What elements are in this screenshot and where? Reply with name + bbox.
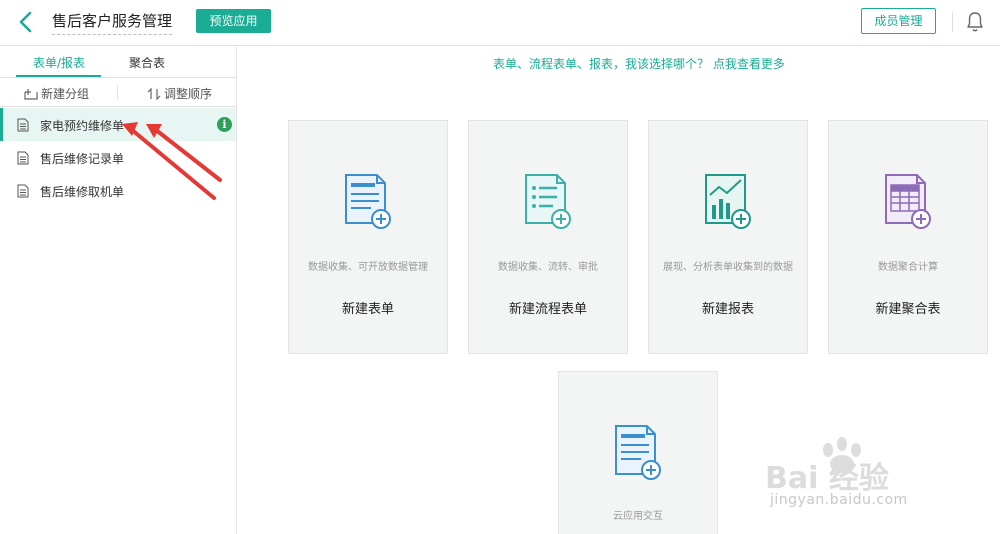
card-title: 新建流程表单 <box>508 302 587 317</box>
cloud-app-icon <box>615 425 661 480</box>
sidebar-item-repair-pickup[interactable]: 售后维修取机单 <box>0 174 236 207</box>
sidebar: 表单/报表 聚合表 新建分组 调整顺序 家电预约维修单 i 售后维修记录单 售后… <box>0 47 237 534</box>
flow-form-icon <box>525 174 571 229</box>
new-group-label: 新建分组 <box>41 87 90 101</box>
document-icon <box>17 118 29 132</box>
card-description: 数据聚合计算 <box>878 262 938 273</box>
sidebar-item-label: 售后维修取机单 <box>40 185 125 199</box>
sidebar-item-repair-record[interactable]: 售后维修记录单 <box>0 141 236 174</box>
sidebar-item-label: 家电预约维修单 <box>40 119 125 133</box>
new-form-card[interactable]: 数据收集、可开放数据管理 新建表单 <box>288 120 448 354</box>
form-doc-icon <box>345 174 391 229</box>
card-description: 数据收集、流转、审批 <box>498 262 598 273</box>
sidebar-tabs: 表单/报表 聚合表 <box>0 47 236 78</box>
actions-divider <box>117 85 118 100</box>
header-divider <box>952 12 953 32</box>
card-description: 云应用交互 <box>613 511 663 522</box>
new-group-icon <box>24 89 38 100</box>
card-description: 数据收集、可开放数据管理 <box>308 262 428 273</box>
new-report-card[interactable]: 展现、分析表单收集到的数据 新建报表 <box>648 120 808 354</box>
sort-arrows-icon <box>147 88 161 100</box>
preview-app-button[interactable]: 预览应用 <box>196 9 271 33</box>
cloud-app-card[interactable]: 云应用交互 <box>558 371 718 534</box>
new-flow-form-card[interactable]: 数据收集、流转、审批 新建流程表单 <box>468 120 628 354</box>
member-management-button[interactable]: 成员管理 <box>861 8 936 34</box>
card-title: 新建表单 <box>341 302 394 317</box>
reorder-label: 调整顺序 <box>164 87 213 101</box>
document-icon <box>17 184 29 198</box>
sidebar-item-label: 售后维修记录单 <box>40 152 125 166</box>
app-title[interactable]: 售后客户服务管理 <box>52 11 173 35</box>
tab-forms-reports[interactable]: 表单/报表 <box>33 54 85 71</box>
watermark-url: jingyan.baidu.com <box>770 492 908 508</box>
tab-aggregate-tables[interactable]: 聚合表 <box>129 54 165 71</box>
sidebar-item-appliance-repair-booking[interactable]: 家电预约维修单 i <box>0 108 236 141</box>
aggregate-table-icon <box>885 174 931 229</box>
active-tab-indicator <box>16 75 101 77</box>
card-description: 展现、分析表单收集到的数据 <box>663 262 793 273</box>
card-title: 新建聚合表 <box>875 302 941 317</box>
card-title: 新建报表 <box>701 302 754 317</box>
bell-icon[interactable] <box>966 11 984 33</box>
document-icon <box>17 151 29 165</box>
new-aggregate-table-card[interactable]: 数据聚合计算 新建聚合表 <box>828 120 988 354</box>
reorder-button[interactable]: 调整顺序 <box>147 85 212 102</box>
top-header: 售后客户服务管理 预览应用 成员管理 <box>0 0 1000 46</box>
info-icon[interactable]: i <box>217 117 232 132</box>
watermark-brand: Bai 经验 <box>765 461 889 496</box>
back-arrow-icon[interactable] <box>16 10 36 34</box>
report-chart-icon <box>705 174 751 229</box>
form-type-help-link[interactable]: 表单、流程表单、报表，我该选择哪个？ 点我查看更多 <box>493 55 785 72</box>
sidebar-actions: 新建分组 调整顺序 <box>0 78 236 107</box>
new-group-button[interactable]: 新建分组 <box>24 85 89 102</box>
